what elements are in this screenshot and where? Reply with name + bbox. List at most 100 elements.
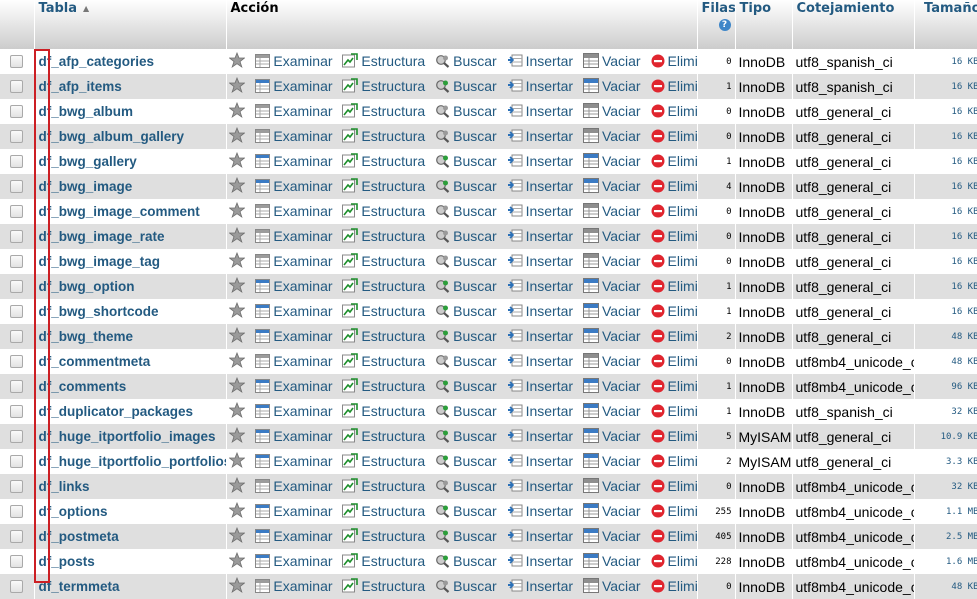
structure-link[interactable]: Estructura: [342, 553, 425, 569]
empty-link[interactable]: Vaciar: [582, 378, 641, 394]
favorite-star-icon[interactable]: [228, 127, 245, 143]
favorite-star-icon[interactable]: [228, 52, 245, 68]
row-checkbox[interactable]: [10, 280, 24, 293]
row-checkbox[interactable]: [10, 230, 24, 243]
favorite-star-icon[interactable]: [228, 552, 245, 568]
table-size[interactable]: 1.6 MB: [914, 549, 977, 574]
structure-link[interactable]: Estructura: [342, 278, 425, 294]
table-size-link[interactable]: 2.5 MB: [946, 532, 977, 542]
favorite-star-icon[interactable]: [228, 402, 245, 418]
table-size[interactable]: 48 KB: [914, 349, 977, 374]
insert-link[interactable]: Insertar: [507, 153, 573, 169]
header-table-name[interactable]: Tabla ▲: [34, 0, 227, 49]
table-name-link[interactable]: df_bwg_shortcode: [39, 304, 159, 319]
search-link[interactable]: Buscar: [435, 578, 497, 594]
favorite-star-icon[interactable]: [228, 252, 245, 268]
table-size-link[interactable]: 32 KB: [951, 407, 977, 417]
row-checkbox[interactable]: [10, 405, 24, 418]
browse-link[interactable]: Examinar: [255, 428, 333, 444]
empty-link[interactable]: Vaciar: [582, 103, 641, 119]
table-name-link[interactable]: df_afp_categories: [39, 54, 155, 69]
search-link[interactable]: Buscar: [435, 53, 497, 69]
empty-link[interactable]: Vaciar: [582, 478, 641, 494]
sort-by-type-link[interactable]: Tipo: [740, 1, 772, 16]
insert-link[interactable]: Insertar: [507, 303, 573, 319]
empty-link[interactable]: Vaciar: [582, 228, 641, 244]
table-size-link[interactable]: 16 KB: [951, 207, 977, 217]
browse-link[interactable]: Examinar: [255, 153, 333, 169]
search-link[interactable]: Buscar: [435, 528, 497, 544]
search-link[interactable]: Buscar: [435, 278, 497, 294]
insert-link[interactable]: Insertar: [507, 53, 573, 69]
row-checkbox[interactable]: [10, 130, 24, 143]
empty-link[interactable]: Vaciar: [582, 353, 641, 369]
table-name-link[interactable]: df_bwg_image_tag: [39, 254, 161, 269]
insert-link[interactable]: Insertar: [507, 428, 573, 444]
favorite-star-icon[interactable]: [228, 427, 245, 443]
empty-link[interactable]: Vaciar: [582, 303, 641, 319]
browse-link[interactable]: Examinar: [255, 578, 333, 594]
insert-link[interactable]: Insertar: [507, 478, 573, 494]
row-checkbox[interactable]: [10, 305, 24, 318]
table-size[interactable]: 16 KB: [914, 199, 977, 224]
empty-link[interactable]: Vaciar: [582, 528, 641, 544]
drop-link[interactable]: Eliminar: [651, 178, 696, 194]
empty-link[interactable]: Vaciar: [582, 178, 641, 194]
structure-link[interactable]: Estructura: [342, 253, 425, 269]
favorite-button[interactable]: [228, 402, 248, 418]
favorite-button[interactable]: [228, 52, 248, 68]
header-collation[interactable]: Cotejamiento: [792, 0, 915, 49]
favorite-button[interactable]: [228, 477, 248, 493]
table-name-link[interactable]: df_huge_itportfolio_portfolios: [39, 454, 226, 469]
browse-link[interactable]: Examinar: [255, 478, 333, 494]
drop-link[interactable]: Eliminar: [651, 53, 696, 69]
empty-link[interactable]: Vaciar: [582, 428, 641, 444]
empty-link[interactable]: Vaciar: [582, 53, 641, 69]
table-size-link[interactable]: 16 KB: [951, 232, 977, 242]
browse-link[interactable]: Examinar: [255, 203, 333, 219]
drop-link[interactable]: Eliminar: [651, 328, 696, 344]
empty-link[interactable]: Vaciar: [582, 78, 641, 94]
browse-link[interactable]: Examinar: [255, 503, 333, 519]
favorite-star-icon[interactable]: [228, 327, 245, 343]
structure-link[interactable]: Estructura: [342, 503, 425, 519]
row-checkbox[interactable]: [10, 555, 24, 568]
drop-link[interactable]: Eliminar: [651, 553, 696, 569]
row-checkbox[interactable]: [10, 80, 24, 93]
insert-link[interactable]: Insertar: [507, 453, 573, 469]
drop-link[interactable]: Eliminar: [651, 428, 696, 444]
drop-link[interactable]: Eliminar: [651, 378, 696, 394]
empty-link[interactable]: Vaciar: [582, 403, 641, 419]
favorite-star-icon[interactable]: [228, 177, 245, 193]
empty-link[interactable]: Vaciar: [582, 253, 641, 269]
table-name-link[interactable]: df_bwg_theme: [39, 329, 134, 344]
table-size-link[interactable]: 10.9 KB: [941, 432, 977, 442]
drop-link[interactable]: Eliminar: [651, 78, 696, 94]
search-link[interactable]: Buscar: [435, 478, 497, 494]
drop-link[interactable]: Eliminar: [651, 503, 696, 519]
browse-link[interactable]: Examinar: [255, 278, 333, 294]
structure-link[interactable]: Estructura: [342, 228, 425, 244]
sort-by-table-link[interactable]: Tabla: [39, 1, 78, 16]
sort-by-collation-link[interactable]: Cotejamiento: [797, 1, 895, 16]
table-size-link[interactable]: 1.6 MB: [946, 557, 977, 567]
search-link[interactable]: Buscar: [435, 228, 497, 244]
browse-link[interactable]: Examinar: [255, 228, 333, 244]
search-link[interactable]: Buscar: [435, 203, 497, 219]
browse-link[interactable]: Examinar: [255, 103, 333, 119]
row-checkbox[interactable]: [10, 380, 24, 393]
insert-link[interactable]: Insertar: [507, 503, 573, 519]
structure-link[interactable]: Estructura: [342, 128, 425, 144]
table-name-link[interactable]: df_huge_itportfolio_images: [39, 429, 216, 444]
table-name-link[interactable]: df_commentmeta: [39, 354, 151, 369]
empty-link[interactable]: Vaciar: [582, 453, 641, 469]
row-checkbox[interactable]: [10, 330, 24, 343]
insert-link[interactable]: Insertar: [507, 553, 573, 569]
insert-link[interactable]: Insertar: [507, 328, 573, 344]
table-size-link[interactable]: 16 KB: [951, 257, 977, 267]
drop-link[interactable]: Eliminar: [651, 303, 696, 319]
table-name-link[interactable]: df_comments: [39, 379, 127, 394]
header-rows[interactable]: Filas ?: [697, 0, 736, 49]
favorite-star-icon[interactable]: [228, 277, 245, 293]
drop-link[interactable]: Eliminar: [651, 228, 696, 244]
